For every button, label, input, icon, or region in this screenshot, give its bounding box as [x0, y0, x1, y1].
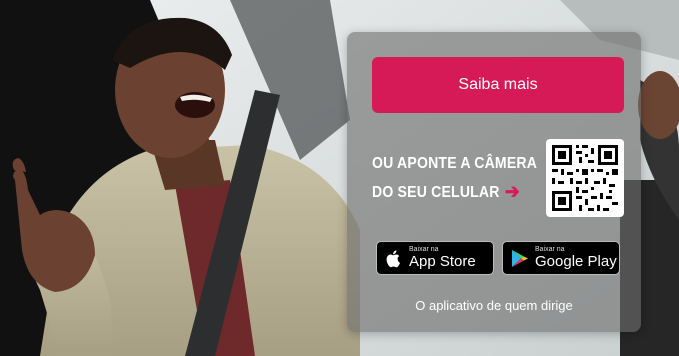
apple-icon — [383, 249, 405, 268]
app-store-badge[interactable]: Baixar na App Store — [376, 241, 494, 275]
google-play-text: Baixar na Google Play — [535, 246, 617, 270]
qr-instruction-line2-text: DO SEU CELULAR — [372, 184, 500, 201]
saiba-mais-button[interactable]: Saiba mais — [372, 57, 624, 113]
qr-instruction-line1: OU APONTE A CÂMERA — [372, 155, 538, 172]
google-play-badge[interactable]: Baixar na Google Play — [502, 241, 620, 275]
app-store-large: App Store — [409, 253, 476, 270]
arrow-right-icon: ➔ — [504, 181, 520, 203]
promo-banner: Saiba mais OU APONTE A CÂMERA DO SEU CEL… — [0, 0, 679, 356]
qr-code — [546, 139, 624, 217]
qr-code-graphic — [550, 143, 620, 213]
qr-instruction-line2: DO SEU CELULAR ➔ — [372, 178, 520, 207]
google-play-large: Google Play — [535, 253, 617, 270]
qr-instruction: OU APONTE A CÂMERA DO SEU CELULAR ➔ — [372, 150, 538, 207]
app-promo-panel: Saiba mais OU APONTE A CÂMERA DO SEU CEL… — [347, 32, 641, 332]
app-store-text: Baixar na App Store — [409, 246, 476, 270]
google-play-icon — [509, 249, 531, 268]
tagline: O aplicativo de quem dirige — [415, 298, 573, 313]
